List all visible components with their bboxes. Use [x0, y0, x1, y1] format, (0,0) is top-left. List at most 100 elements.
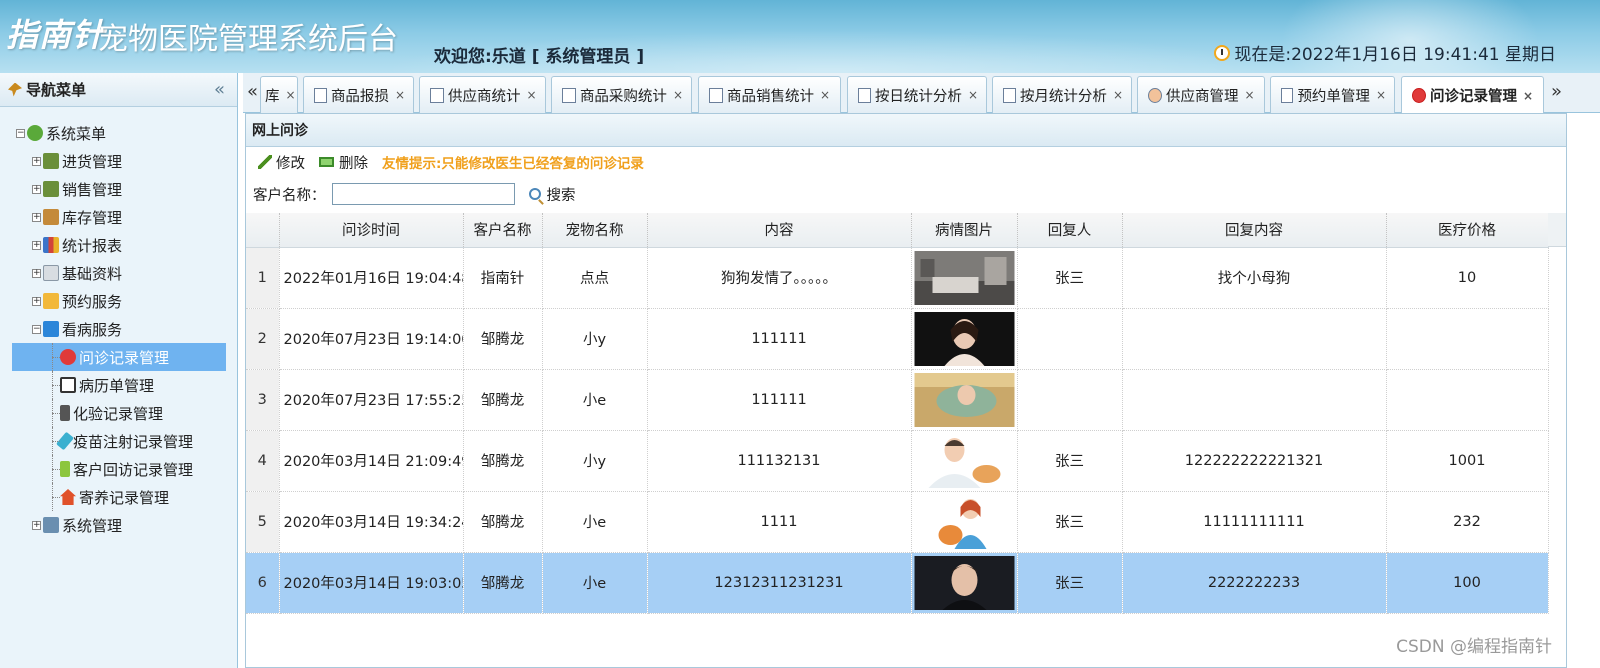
tab-label: 按日统计分析: [874, 88, 962, 105]
collapse-icon[interactable]: −: [16, 128, 25, 138]
tab-supplier-stats[interactable]: 供应商统计 ×: [419, 76, 546, 113]
expand-icon[interactable]: +: [32, 268, 41, 278]
sidebar-item-label: 化验记录管理: [73, 404, 164, 423]
sidebar-item-consult-records[interactable]: 问诊记录管理: [12, 343, 226, 371]
consult-panel: 网上问诊 修改 删除 友情提示:只能修改医生已经答复的问诊记录 客户名称： 搜索: [245, 113, 1567, 668]
sidebar-item-report[interactable]: + 统计报表: [0, 231, 237, 259]
table-row[interactable]: 4 2020年03月14日 21:09:49 邹腾龙 小y 111132131 …: [246, 430, 1549, 492]
sidebar-item-vaccine-records[interactable]: 疫苗注射记录管理: [0, 427, 237, 455]
cell-picture: [911, 247, 1018, 309]
close-icon[interactable]: ×: [673, 88, 683, 102]
expand-icon[interactable]: +: [32, 156, 41, 166]
column-header[interactable]: 客户名称: [463, 213, 543, 248]
purchase-icon: [43, 153, 59, 169]
row-number: 4: [246, 430, 280, 492]
close-icon[interactable]: ×: [1113, 88, 1123, 102]
tree-root[interactable]: − 系统菜单: [0, 119, 237, 147]
sidebar-item-medical-records[interactable]: 病历单管理: [0, 371, 237, 399]
edit-button[interactable]: 修改: [258, 152, 305, 173]
tab-consult-records[interactable]: 问诊记录管理 ×: [1401, 76, 1544, 114]
close-icon[interactable]: ×: [395, 88, 405, 102]
sidebar-item-label: 销售管理: [62, 180, 123, 199]
cell-reply: 122222222221321: [1122, 430, 1387, 492]
clock-text: 现在是:2022年1月16日 19:41:41 星期日: [1234, 45, 1556, 65]
tab-scroll-right-button[interactable]: »: [1551, 81, 1562, 102]
expand-icon[interactable]: +: [32, 212, 41, 222]
table-row-selected[interactable]: 6 2020年03月14日 19:03:05 邹腾龙 小e 1231231123…: [246, 552, 1549, 614]
expand-icon[interactable]: +: [32, 520, 41, 530]
close-icon[interactable]: ×: [286, 88, 296, 102]
tab-monthly-analysis[interactable]: 按月统计分析 ×: [992, 76, 1132, 113]
cell-time: 2020年03月14日 21:09:49: [279, 430, 464, 492]
table-row[interactable]: 3 2020年07月23日 17:55:25 邹腾龙 小e 111111: [246, 369, 1549, 431]
sidebar-item-foster-records[interactable]: 寄养记录管理: [0, 483, 237, 511]
sidebar-item-basic-data[interactable]: + 基础资料: [0, 259, 237, 287]
cell-reply: [1122, 308, 1387, 370]
expand-icon[interactable]: +: [32, 296, 41, 306]
expand-icon[interactable]: +: [32, 240, 41, 250]
tab-scroll-left-button[interactable]: «: [247, 81, 258, 102]
collapse-icon[interactable]: −: [32, 324, 41, 334]
cell-pet: 点点: [542, 247, 648, 309]
row-number: 5: [246, 491, 280, 553]
tab-goods-loss[interactable]: 商品报损 ×: [303, 76, 414, 113]
column-header[interactable]: 回复人: [1017, 213, 1123, 248]
column-header[interactable]: 病情图片: [911, 213, 1018, 248]
sidebar-item-appointment[interactable]: + 预约服务: [0, 287, 237, 315]
pencil-icon: [258, 155, 272, 169]
close-icon[interactable]: ×: [1523, 89, 1533, 103]
close-icon[interactable]: ×: [1245, 88, 1255, 102]
sidebar-item-label: 基础资料: [62, 264, 123, 283]
cell-pet: 小e: [542, 552, 648, 614]
column-header[interactable]: 问诊时间: [279, 213, 464, 248]
expand-icon[interactable]: +: [32, 184, 41, 194]
sidebar: 导航菜单 « − 系统菜单 + 进货管理 + 销售管理 + 库存管理 + 统计报…: [0, 73, 238, 668]
collapse-sidebar-button[interactable]: «: [214, 79, 225, 100]
tab-label: 问诊记录管理: [1430, 89, 1517, 105]
appointment-form-icon: [1281, 87, 1294, 103]
column-header[interactable]: 宠物名称: [542, 213, 648, 248]
sidebar-item-purchase[interactable]: + 进货管理: [0, 147, 237, 175]
sidebar-item-system[interactable]: + 系统管理: [0, 511, 237, 539]
column-header[interactable]: 回复内容: [1122, 213, 1387, 248]
cell-picture: [911, 369, 1018, 431]
customer-name-input[interactable]: [331, 183, 515, 205]
sidebar-title: 导航菜单: [26, 81, 87, 99]
close-icon[interactable]: ×: [820, 88, 830, 102]
girl-dog-cartoon-image: [914, 494, 1014, 549]
cell-content: 111111: [647, 308, 912, 370]
medical-record-icon: [60, 377, 76, 393]
column-header[interactable]: 内容: [647, 213, 912, 248]
sidebar-item-sales[interactable]: + 销售管理: [0, 175, 237, 203]
appointment-icon: [43, 293, 59, 309]
delete-button[interactable]: 删除: [319, 152, 368, 173]
vet-cartoon-image: [914, 433, 1014, 488]
tab-inventory-partial[interactable]: 库 ×: [260, 76, 298, 113]
cell-reply: [1122, 369, 1387, 431]
sidebar-item-lab-records[interactable]: 化验记录管理: [0, 399, 237, 427]
tab-purchase-stats[interactable]: 商品采购统计 ×: [551, 76, 692, 113]
sidebar-item-revisit-records[interactable]: 客户回访记录管理: [0, 455, 237, 483]
row-number: 2: [246, 308, 280, 370]
close-icon[interactable]: ×: [1376, 88, 1386, 102]
tab-sales-stats[interactable]: 商品销售统计 ×: [698, 76, 841, 113]
sidebar-item-medical[interactable]: − 看病服务: [0, 315, 237, 343]
cell-picture: [911, 430, 1018, 492]
search-button[interactable]: 搜索: [528, 184, 576, 205]
search-label: 客户名称：: [253, 187, 326, 204]
tab-appointments[interactable]: 预约单管理 ×: [1270, 76, 1395, 113]
column-header[interactable]: 医疗价格: [1386, 213, 1549, 248]
table-row[interactable]: 2 2020年07月23日 19:14:00 邹腾龙 小y 111111: [246, 308, 1549, 370]
table-row[interactable]: 1 2022年01月16日 19:04:48 指南针 点点 狗狗发情了。。。。。…: [246, 247, 1549, 309]
basic-data-icon: [43, 265, 59, 281]
system-icon: [43, 517, 59, 533]
tab-supplier-management[interactable]: 供应商管理 ×: [1137, 76, 1265, 113]
report-loss-icon: [314, 87, 327, 103]
close-icon[interactable]: ×: [527, 88, 537, 102]
table-row[interactable]: 5 2020年03月14日 19:34:24 邹腾龙 小e 1111 张三 11…: [246, 491, 1549, 553]
tab-label: 商品销售统计: [727, 88, 814, 105]
sidebar-item-inventory[interactable]: + 库存管理: [0, 203, 237, 231]
close-icon[interactable]: ×: [968, 88, 978, 102]
bedroom-photo: [914, 250, 1014, 305]
tab-daily-analysis[interactable]: 按日统计分析 ×: [847, 76, 987, 113]
